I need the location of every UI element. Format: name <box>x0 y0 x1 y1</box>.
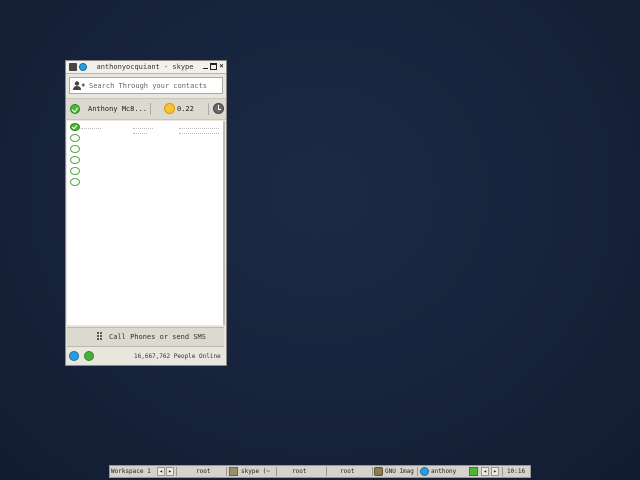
taskbar-divider <box>326 467 327 476</box>
skype-window: anthonyocquiant - skype × Anthony Mc8...… <box>65 60 227 366</box>
taskbar-divider <box>276 467 277 476</box>
contact-list[interactable] <box>67 121 225 325</box>
contact-online-icon <box>70 123 80 131</box>
people-online-count: 16,667,762 People Online <box>134 353 221 360</box>
window-titlebar[interactable]: anthonyocquiant - skype × <box>66 61 226 74</box>
account-name[interactable]: Anthony Mc8... <box>88 104 147 114</box>
contact-row-placeholder <box>81 128 101 130</box>
contact-offline-icon <box>70 134 80 142</box>
online-status-icon[interactable] <box>70 104 80 114</box>
window-menu-icon[interactable] <box>69 63 77 71</box>
divider <box>150 103 151 115</box>
taskbar-divider <box>176 467 177 476</box>
contact-offline-icon <box>70 178 80 186</box>
skype-icon <box>79 63 87 71</box>
skype-credit-icon[interactable] <box>164 103 175 114</box>
skype-tray-icon[interactable] <box>469 467 478 476</box>
skype-logo-icon[interactable] <box>69 351 79 361</box>
terminal-icon <box>229 467 238 476</box>
contact-row-placeholder <box>179 133 219 135</box>
maximize-button[interactable] <box>210 63 217 70</box>
workspace-next-button[interactable]: ▸ <box>166 467 174 476</box>
contact-row-placeholder <box>133 128 153 130</box>
window-footer: 16,667,762 People Online <box>66 348 226 365</box>
history-clock-icon[interactable] <box>213 103 224 114</box>
credit-balance[interactable]: 0.22 <box>177 104 194 114</box>
dialpad-icon <box>97 332 104 341</box>
task-gimp[interactable]: GNU Imag <box>385 466 414 477</box>
workspace-label[interactable]: Workspace 1 <box>111 466 151 477</box>
tray-next-button[interactable]: ▸ <box>491 467 499 476</box>
task-root-2[interactable]: root <box>292 466 306 477</box>
clock: 10:16 <box>507 468 526 475</box>
online-globe-icon[interactable] <box>84 351 94 361</box>
close-button[interactable]: × <box>218 63 225 70</box>
window-title: anthonyocquiant - skype <box>96 63 194 71</box>
divider <box>208 103 209 115</box>
contact-row-placeholder <box>179 128 219 130</box>
skype-icon <box>420 467 429 476</box>
tray-prev-button[interactable]: ◂ <box>481 467 489 476</box>
task-skype[interactable]: skype (~ <box>241 466 270 477</box>
contact-offline-icon <box>70 145 80 153</box>
search-input[interactable] <box>89 78 219 93</box>
task-root-3[interactable]: root <box>340 466 354 477</box>
minimize-button[interactable] <box>202 63 209 70</box>
taskbar: Workspace 1 ◂ ▸ root skype (~ root root … <box>109 465 531 478</box>
task-anthony[interactable]: anthony <box>431 466 456 477</box>
taskbar-divider <box>502 467 503 476</box>
call-phones-label: Call Phones or send SMS <box>109 333 206 341</box>
workspace-prev-button[interactable]: ◂ <box>157 467 165 476</box>
taskbar-divider <box>372 467 373 476</box>
taskbar-divider <box>417 467 418 476</box>
add-contact-icon[interactable] <box>73 81 85 90</box>
call-phones-button[interactable]: Call Phones or send SMS <box>67 327 224 347</box>
task-root-1[interactable]: root <box>196 466 210 477</box>
taskbar-divider <box>226 467 227 476</box>
gimp-icon <box>374 467 383 476</box>
search-box[interactable] <box>69 77 223 94</box>
contact-offline-icon <box>70 156 80 164</box>
contact-offline-icon <box>70 167 80 175</box>
account-status-bar: Anthony Mc8... 0.22 <box>66 98 226 120</box>
contact-row-placeholder <box>133 133 147 135</box>
